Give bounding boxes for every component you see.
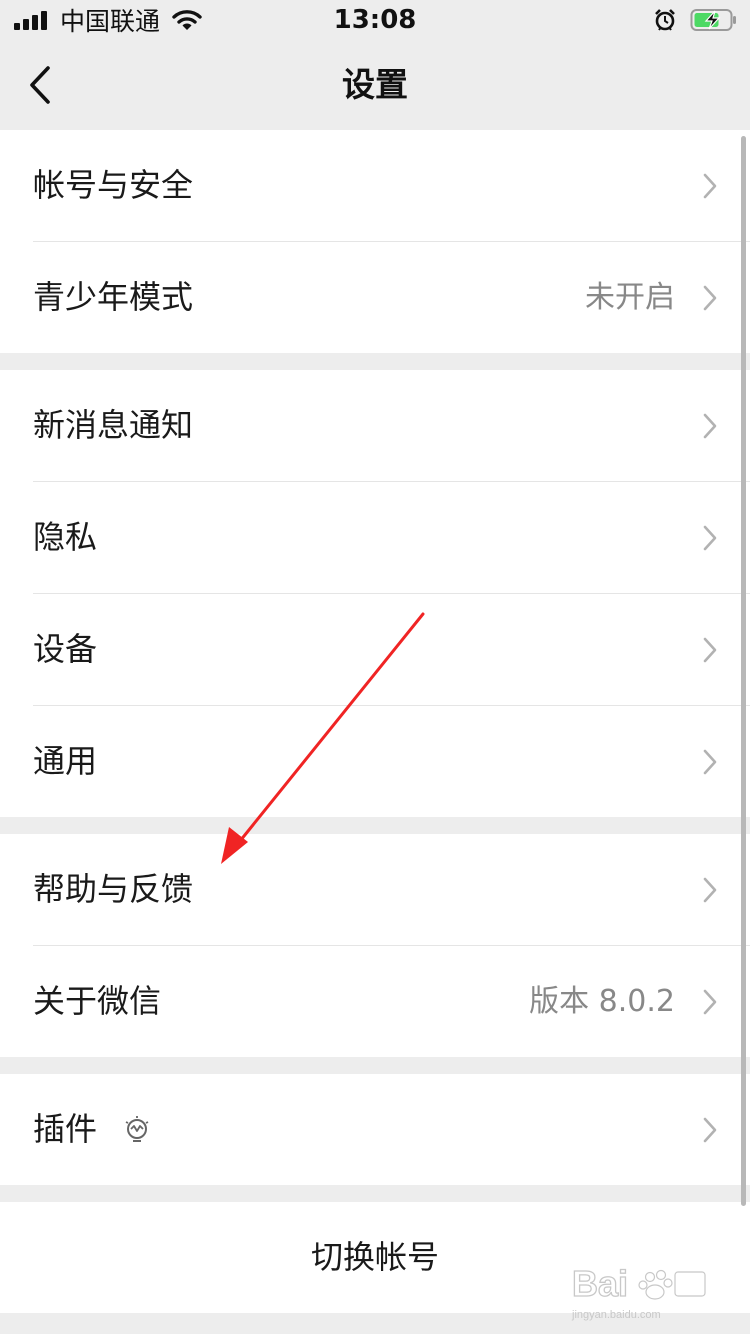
cell-label: 插件 xyxy=(33,1110,98,1148)
new-message-notification-item[interactable]: 新消息通知 xyxy=(0,370,750,481)
cell-label: 帮助与反馈 xyxy=(33,870,194,908)
about-wechat-item[interactable]: 关于微信 版本 8.0.2 xyxy=(0,946,750,1057)
devices-item[interactable]: 设备 xyxy=(0,594,750,705)
status-right xyxy=(654,4,738,36)
chevron-right-icon xyxy=(703,989,717,1015)
chevron-right-icon xyxy=(703,413,717,439)
scrollbar[interactable] xyxy=(741,136,746,1206)
svg-text:jingyan.baidu.com: jingyan.baidu.com xyxy=(571,1309,661,1321)
page-title: 设置 xyxy=(342,65,408,104)
svg-text:Bai: Bai xyxy=(572,1263,628,1304)
chevron-right-icon xyxy=(703,749,717,775)
chevron-right-icon xyxy=(703,877,717,903)
settings-group-general: 新消息通知 隐私 设备 通用 xyxy=(0,370,750,817)
battery-charging-icon xyxy=(690,9,736,31)
help-feedback-item[interactable]: 帮助与反馈 xyxy=(0,834,750,945)
chevron-right-icon xyxy=(703,1117,717,1143)
cell-label: 通用 xyxy=(33,742,98,780)
teen-mode-item[interactable]: 青少年模式 未开启 xyxy=(0,242,750,353)
chevron-right-icon xyxy=(703,637,717,663)
general-item[interactable]: 通用 xyxy=(0,706,750,817)
paw-icon xyxy=(638,1269,673,1300)
cell-label: 隐私 xyxy=(33,518,98,556)
chevron-right-icon xyxy=(703,173,717,199)
baidu-jingyan-watermark: Bai jingyan.baidu.com xyxy=(571,1262,706,1321)
cell-label: 关于微信 xyxy=(33,982,162,1020)
alarm-clock-icon xyxy=(655,9,675,31)
chevron-right-icon xyxy=(703,285,717,311)
plugin-bulb-icon xyxy=(125,1116,149,1142)
status-time: 13:08 xyxy=(333,5,417,35)
cell-label: 青少年模式 xyxy=(33,278,194,316)
navigation-bar: 设置 xyxy=(0,40,750,130)
version-label: 版本 8.0.2 xyxy=(529,984,675,1019)
cell-label: 设备 xyxy=(33,630,98,668)
settings-group-plugins: 插件 xyxy=(0,1074,750,1185)
cell-label: 帐号与安全 xyxy=(33,166,194,204)
privacy-item[interactable]: 隐私 xyxy=(0,482,750,593)
settings-group-account: 帐号与安全 青少年模式 未开启 xyxy=(0,130,750,353)
chevron-right-icon xyxy=(703,525,717,551)
status-bar: 中国联通 13:08 xyxy=(0,0,750,40)
plugins-item[interactable]: 插件 xyxy=(0,1074,750,1185)
account-security-item[interactable]: 帐号与安全 xyxy=(0,130,750,241)
settings-group-help: 帮助与反馈 关于微信 版本 8.0.2 xyxy=(0,834,750,1057)
teen-mode-status: 未开启 xyxy=(585,280,675,315)
cell-label: 新消息通知 xyxy=(33,406,194,444)
